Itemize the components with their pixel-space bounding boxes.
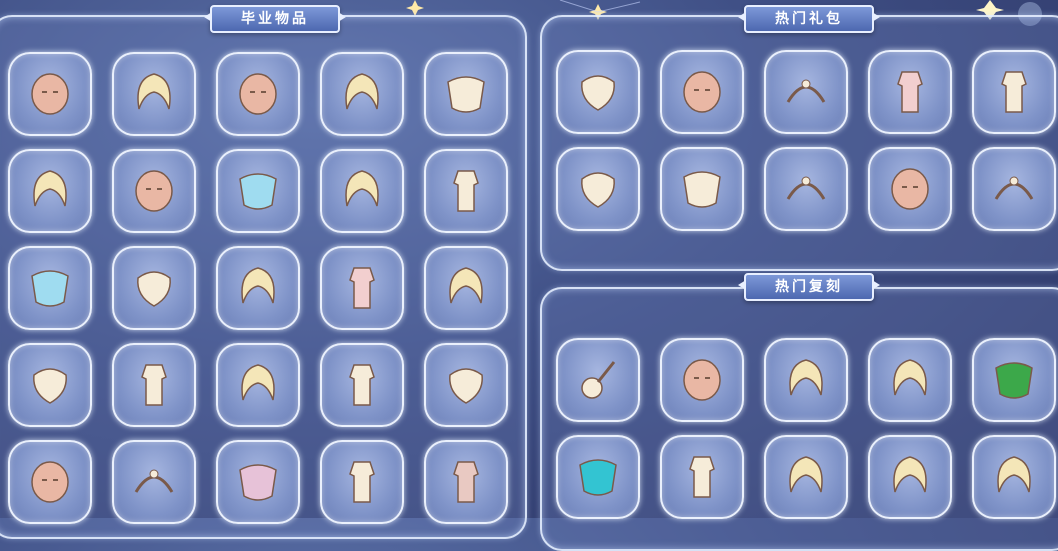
moon-star-crown-icon xyxy=(786,176,826,200)
item-slot[interactable] xyxy=(660,147,744,231)
cat-ear-hair-icon xyxy=(997,456,1031,493)
item-slot[interactable] xyxy=(320,149,404,233)
item-slot[interactable] xyxy=(424,343,508,427)
white-robe-outfit-icon xyxy=(1001,71,1027,113)
item-slot[interactable] xyxy=(8,343,92,427)
item-slot[interactable] xyxy=(660,338,744,422)
white-hood-hair-icon xyxy=(345,170,379,207)
item-slot[interactable] xyxy=(8,440,92,524)
guitar-prop-icon xyxy=(581,361,616,399)
item-slot[interactable] xyxy=(8,246,92,330)
item-slot[interactable] xyxy=(112,440,196,524)
teal-cloud-cape-icon xyxy=(579,459,617,496)
item-slot[interactable] xyxy=(216,52,300,136)
ponytail-hair-icon xyxy=(893,359,927,396)
moon-shell-prop-icon xyxy=(581,172,615,208)
blank-face-mask-icon xyxy=(683,71,721,113)
item-slot[interactable] xyxy=(216,343,300,427)
item-slot[interactable] xyxy=(112,343,196,427)
pink-pajamas-icon xyxy=(897,71,923,113)
brown-bear-hat-icon xyxy=(581,75,615,111)
item-slot[interactable] xyxy=(424,440,508,524)
winged-mask-icon xyxy=(31,461,69,503)
fox-mask-icon xyxy=(31,73,69,115)
half-moon-mask-icon xyxy=(239,73,277,115)
item-slot[interactable] xyxy=(764,435,848,519)
item-slot[interactable] xyxy=(556,435,640,519)
item-slot[interactable] xyxy=(216,149,300,233)
red-outfit-icon xyxy=(453,461,479,503)
item-slot[interactable] xyxy=(8,149,92,233)
item-slot[interactable] xyxy=(216,440,300,524)
bow-necklace-icon xyxy=(994,176,1034,200)
item-slot[interactable] xyxy=(660,435,744,519)
item-slot[interactable] xyxy=(424,246,508,330)
white-boots-icon xyxy=(349,461,375,503)
section-title-popular-packs: 热门礼包 xyxy=(744,5,874,33)
sleepy-face-mask-icon xyxy=(891,168,929,210)
section-title-graduation: 毕业物品 xyxy=(210,5,340,33)
peach-scarf-icon xyxy=(449,368,483,404)
white-messy-hair-icon xyxy=(241,267,275,304)
item-slot[interactable] xyxy=(424,52,508,136)
golden-rope-accessory-icon xyxy=(137,271,171,307)
item-slot[interactable] xyxy=(112,149,196,233)
item-slot[interactable] xyxy=(320,52,404,136)
item-slot[interactable] xyxy=(320,440,404,524)
item-slot[interactable] xyxy=(868,435,952,519)
white-pants-icon xyxy=(689,456,715,498)
item-slot[interactable] xyxy=(868,50,952,134)
white-bunny-ears-hair-icon xyxy=(137,73,171,110)
item-slot[interactable] xyxy=(972,50,1056,134)
item-slot[interactable] xyxy=(320,343,404,427)
blue-cloud-cape-icon xyxy=(31,270,69,307)
fur-collar-icon xyxy=(683,171,721,208)
short-blonde-hair-icon xyxy=(33,170,67,207)
item-slot[interactable] xyxy=(112,52,196,136)
blue-cape-icon xyxy=(239,173,277,210)
item-slot[interactable] xyxy=(868,338,952,422)
white-outfit-icon xyxy=(453,170,479,212)
long-blonde-hair-icon xyxy=(345,73,379,110)
curly-long-hair-icon xyxy=(789,456,823,493)
green-leaf-cape-icon xyxy=(995,362,1033,399)
section-title-popular-rerun: 热门复刻 xyxy=(744,273,874,301)
item-slot[interactable] xyxy=(320,246,404,330)
twin-tail-hair-icon xyxy=(789,359,823,396)
white-bun-hair-icon xyxy=(449,267,483,304)
item-slot[interactable] xyxy=(972,435,1056,519)
item-slot[interactable] xyxy=(556,147,640,231)
item-slot[interactable] xyxy=(424,149,508,233)
item-slot[interactable] xyxy=(972,338,1056,422)
jester-collar-icon xyxy=(447,76,485,113)
item-slot[interactable] xyxy=(216,246,300,330)
item-slot[interactable] xyxy=(972,147,1056,231)
bear-ear-headband-icon xyxy=(786,79,826,103)
item-slot[interactable] xyxy=(556,338,640,422)
item-slot[interactable] xyxy=(764,147,848,231)
hooded-robe-icon xyxy=(141,364,167,406)
spiky-blonde-hair-icon xyxy=(241,364,275,401)
bob-blonde-hair-icon xyxy=(893,456,927,493)
item-slot[interactable] xyxy=(868,147,952,231)
item-slot[interactable] xyxy=(764,50,848,134)
pink-cloak-icon xyxy=(239,464,277,501)
white-tunic-icon xyxy=(349,364,375,406)
item-slot[interactable] xyxy=(660,50,744,134)
item-slot[interactable] xyxy=(112,246,196,330)
item-slot[interactable] xyxy=(764,338,848,422)
red-owl-mask-icon xyxy=(135,170,173,212)
sitting-figure-prop-icon xyxy=(33,368,67,404)
gem-crown-icon xyxy=(134,469,174,493)
blush-face-mask-icon xyxy=(683,359,721,401)
star-icon xyxy=(406,0,424,16)
pink-dress-icon xyxy=(349,267,375,309)
item-slot[interactable] xyxy=(556,50,640,134)
item-slot[interactable] xyxy=(8,52,92,136)
